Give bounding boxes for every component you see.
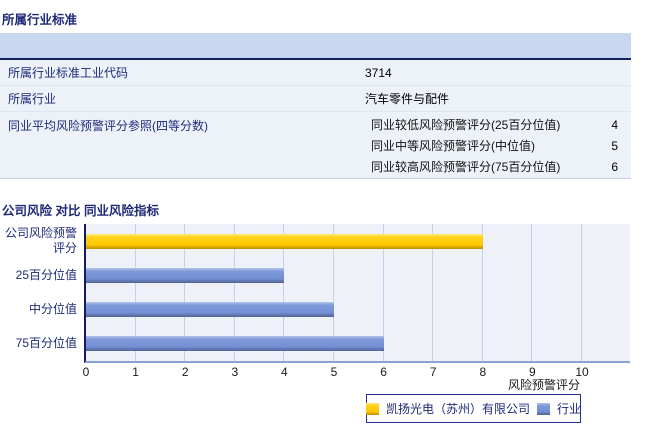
company-legend-swatch-icon xyxy=(365,402,379,415)
peer-high-score-label: 同业较高风险预警评分(75百分位值) xyxy=(371,160,561,174)
chart-y-axis-labels: 公司风险预警 评分 25百分位值中分位值 75百分位值 xyxy=(0,224,80,361)
x-tick-label: 6 xyxy=(380,365,387,379)
x-tick-label: 0 xyxy=(82,365,90,379)
gridline xyxy=(432,224,434,361)
bar-75百分位值 xyxy=(86,336,384,352)
bar-chart-plot xyxy=(84,224,630,363)
comparison-section-title: 公司风险 对比 同业风险指标 xyxy=(2,204,159,218)
x-tick-label: 9 xyxy=(529,365,536,379)
bar-中分位值 xyxy=(86,302,334,318)
bar-公司风险预警评分 xyxy=(86,233,483,249)
x-tick-label: 5 xyxy=(330,365,338,379)
table-row: 所属行业 汽车零件与配件 xyxy=(0,86,631,112)
row-value-industry-code: 3714 xyxy=(365,65,392,80)
gridline xyxy=(233,224,235,361)
peer-median-score-label: 同业中等风险预警评分(中位值) xyxy=(371,139,535,153)
gridline xyxy=(184,224,186,361)
row-label-peer-average: 同业平均风险预警评分参照(四等分数) xyxy=(8,119,208,133)
chart-legend: 凯扬光电（苏州）有限公司 行业 xyxy=(365,394,582,423)
peer-low-score-label: 同业较低风险预警评分(25百分位值) xyxy=(371,118,561,132)
gridline xyxy=(531,224,533,361)
list-item: 同业较低风险预警评分(25百分位值) 4 xyxy=(365,114,631,135)
x-tick-label: 7 xyxy=(429,365,437,379)
y-category-label: 25百分位值 xyxy=(15,267,77,282)
row-value-industry: 汽车零件与配件 xyxy=(365,92,450,106)
gridline xyxy=(481,224,483,361)
industry-standard-section-title: 所属行业标准 xyxy=(2,13,78,27)
list-item: 同业较高风险预警评分(75百分位值) 6 xyxy=(365,156,631,177)
y-category-label: 公司风险预警 评分 xyxy=(4,226,77,256)
company-legend-label: 凯扬光电（苏州）有限公司 xyxy=(385,402,530,416)
industry-legend-swatch-icon xyxy=(537,402,550,415)
x-tick-label: 4 xyxy=(281,365,288,379)
table-group-row: 同业平均风险预警评分参照(四等分数) 同业较低风险预警评分(25百分位值) 4 … xyxy=(0,112,631,179)
table-header-band xyxy=(0,33,631,60)
gridline xyxy=(333,224,334,361)
y-category-label: 75百分位值 xyxy=(15,336,77,351)
row-label-industry: 所属行业 xyxy=(8,92,57,106)
industry-standard-table: 所属行业标准工业代码 3714 所属行业 汽车零件与配件 同业平均风险预警评分参… xyxy=(0,33,631,179)
chart-x-axis-title: 风险预警评分 xyxy=(507,378,580,392)
y-category-label: 中分位值 xyxy=(28,302,77,317)
bar-25百分位值 xyxy=(86,267,285,283)
x-tick-label: 10 xyxy=(575,365,589,379)
gridline xyxy=(283,224,285,361)
x-tick-label: 1 xyxy=(132,365,139,379)
gridline xyxy=(134,224,136,361)
table-row: 所属行业标准工业代码 3714 xyxy=(0,60,631,86)
gridline xyxy=(382,224,384,361)
industry-legend-label: 行业 xyxy=(557,402,582,416)
peer-low-score-value: 4 xyxy=(611,117,618,132)
gridline xyxy=(581,224,582,361)
row-label-industry-code: 所属行业标准工业代码 xyxy=(8,66,129,80)
peer-score-list: 同业较低风险预警评分(25百分位值) 4 同业中等风险预警评分(中位值) 5 同… xyxy=(365,114,631,177)
peer-high-score-value: 6 xyxy=(611,159,618,174)
x-tick-label: 8 xyxy=(479,365,487,379)
x-tick-label: 2 xyxy=(181,365,189,379)
peer-median-score-value: 5 xyxy=(611,138,618,153)
x-tick-label: 3 xyxy=(231,365,239,379)
list-item: 同业中等风险预警评分(中位值) 5 xyxy=(365,135,631,156)
